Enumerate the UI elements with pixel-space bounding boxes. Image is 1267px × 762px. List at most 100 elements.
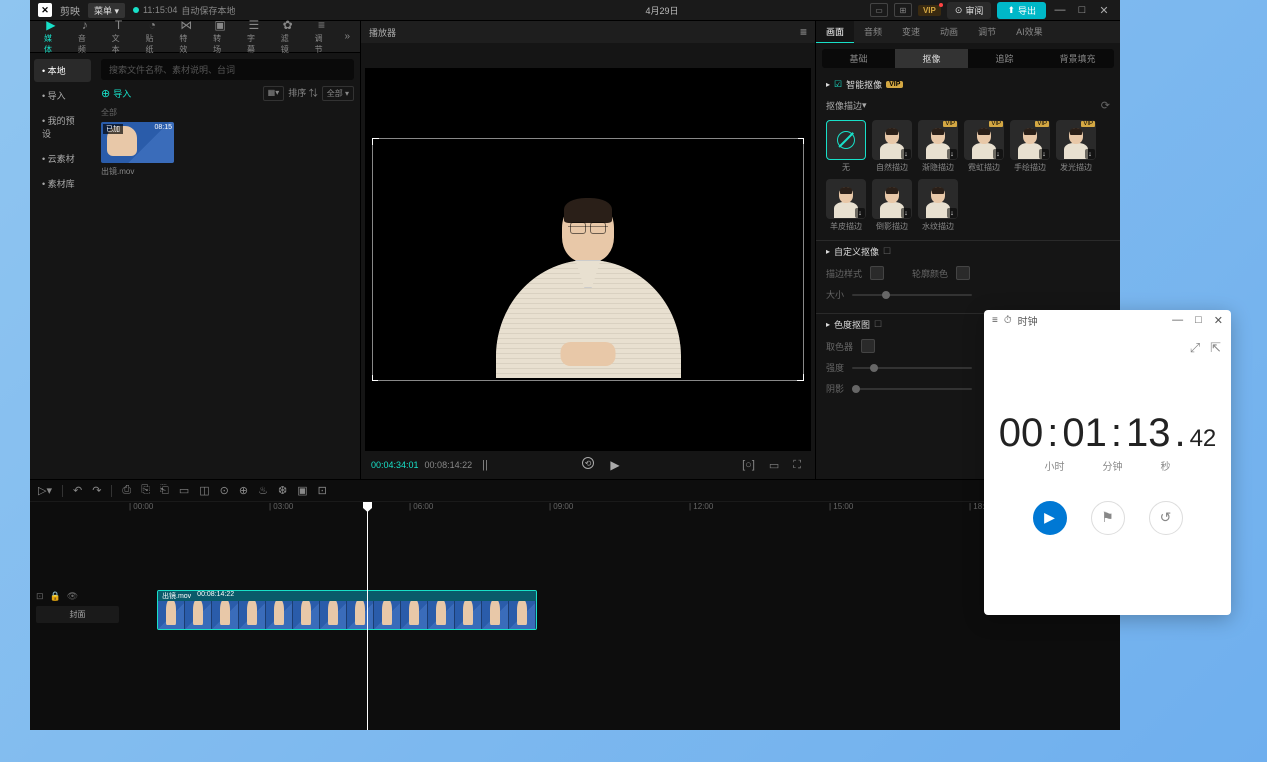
ruler-tick: | 06:00 xyxy=(409,502,433,511)
cover-button[interactable]: 封面 xyxy=(36,606,119,623)
mute-track-icon[interactable]: 🔒 xyxy=(50,591,61,602)
sw-menu-icon[interactable]: ≡ xyxy=(992,315,998,326)
stroke-preset-8[interactable]: ↓水纹描边 xyxy=(918,179,958,232)
filter-all-button[interactable]: 全部 ▾ xyxy=(322,86,354,101)
color-chip-2[interactable] xyxy=(956,266,970,280)
tab-text[interactable]: T文本 xyxy=(102,15,136,58)
crop-tl-icon[interactable]: ◫ xyxy=(199,484,209,497)
timeline-ruler[interactable]: | 00:00| 03:00| 06:00| 09:00| 12:00| 15:… xyxy=(125,502,1120,516)
color-chip[interactable] xyxy=(870,266,884,280)
stroke-preset-2[interactable]: VIP↓渐隐描边 xyxy=(918,120,958,173)
search-input[interactable]: 搜索文件名称、素材说明、台词 xyxy=(101,59,354,80)
rotate-handle-icon[interactable]: ⟲ xyxy=(582,457,594,469)
stopwatch-reset-button[interactable]: ↺ xyxy=(1149,501,1183,535)
subtab-track[interactable]: 追踪 xyxy=(968,49,1041,68)
tab-filter[interactable]: ✿滤镜 xyxy=(271,15,305,58)
layout-icon-2[interactable]: ⊞ xyxy=(894,3,912,17)
stroke-preset-1[interactable]: ↓自然描边 xyxy=(872,120,912,173)
subtab-bgfill[interactable]: 背景填充 xyxy=(1041,49,1114,68)
size-slider[interactable] xyxy=(852,294,972,296)
stroke-preset-4[interactable]: VIP↓手绘描边 xyxy=(1010,120,1050,173)
preview-viewport[interactable]: ⟲ xyxy=(365,68,811,451)
picker-chip[interactable] xyxy=(861,339,875,353)
sidebar-item-library[interactable]: 素材库 xyxy=(34,172,91,195)
sw-maximize-button[interactable]: □ xyxy=(1195,314,1202,327)
expand-icon[interactable]: ⤢ xyxy=(1190,340,1200,356)
stroke-preset-6[interactable]: ↓羊皮描边 xyxy=(826,179,866,232)
tab-media[interactable]: ▶媒体 xyxy=(34,15,68,58)
redo-icon[interactable]: ↷ xyxy=(92,484,101,497)
tab-adjust[interactable]: ≡调节 xyxy=(305,15,339,58)
stroke-preset-7[interactable]: ↓倒影描边 xyxy=(872,179,912,232)
strength-slider[interactable] xyxy=(852,367,972,369)
pointer-tool-icon[interactable]: ▷▾ xyxy=(38,484,52,497)
tab-effect[interactable]: ⋈特效 xyxy=(169,15,203,58)
pin-icon[interactable]: ⇱ xyxy=(1210,340,1221,356)
fullscreen-icon[interactable]: ⛶ xyxy=(789,459,805,472)
stopwatch-lap-button[interactable]: ⚑ xyxy=(1091,501,1125,535)
video-clip[interactable]: 出镜.mov 00:08:14:22 xyxy=(157,590,537,630)
import-button[interactable]: 导入 xyxy=(101,87,131,100)
audio-icon: ♪ xyxy=(82,18,88,32)
crop-icon[interactable]: [○] xyxy=(738,459,759,471)
tab-ai[interactable]: AI效果 xyxy=(1006,21,1053,43)
tab-sticker[interactable]: ◔贴纸 xyxy=(135,15,169,58)
refresh-icon[interactable]: ⟳ xyxy=(1101,99,1110,112)
split-icon[interactable]: ⎙ xyxy=(122,484,131,497)
sort-button[interactable]: 排序 ⇅ xyxy=(288,86,318,101)
stroke-preset-3[interactable]: VIP↓霓虹描边 xyxy=(964,120,1004,173)
stroke-preset-5[interactable]: VIP↓发光描边 xyxy=(1056,120,1096,173)
sw-minimize-button[interactable]: — xyxy=(1172,314,1183,327)
play-button[interactable]: ▶ xyxy=(498,458,732,472)
playhead[interactable] xyxy=(367,502,368,730)
stroke-preset-0[interactable]: 无 xyxy=(826,120,866,173)
sidebar-item-local[interactable]: 本地 xyxy=(34,59,91,82)
preview-menu-icon[interactable]: ≡ xyxy=(800,25,807,39)
stroke-preset-grid: 无↓自然描边VIP↓渐隐描边VIP↓霓虹描边VIP↓手绘描边VIP↓发光描边 ↓羊… xyxy=(816,120,1120,232)
cut-right-icon[interactable]: ⎗ xyxy=(160,484,169,497)
minimize-button[interactable]: — xyxy=(1052,2,1068,18)
mic-icon[interactable]: ♨ xyxy=(258,484,268,497)
tab-audio[interactable]: ♪音频 xyxy=(68,15,102,58)
undo-icon[interactable]: ↶ xyxy=(73,484,82,497)
layout-icon-1[interactable]: ▭ xyxy=(870,3,888,17)
sidebar-item-preset[interactable]: 我的预设 xyxy=(34,109,91,145)
tab-more-button[interactable]: » xyxy=(338,28,356,45)
section-smart-cutout[interactable]: ☑ 智能抠像 VIP xyxy=(816,74,1120,95)
cut-left-icon[interactable]: ⎘ xyxy=(141,484,150,497)
subtab-basic[interactable]: 基础 xyxy=(822,49,895,68)
sidebar-item-import[interactable]: 导入 xyxy=(34,84,91,107)
lock-track-icon[interactable]: ⊡ xyxy=(36,591,44,602)
ratio-icon[interactable]: ▭ xyxy=(765,459,783,472)
volume-icon[interactable]: || xyxy=(478,459,492,471)
review-button[interactable]: ⊙ 审阅 xyxy=(947,2,992,19)
sidebar-item-cloud[interactable]: 云素材 xyxy=(34,147,91,170)
video-frame[interactable] xyxy=(372,138,804,381)
sw-close-button[interactable]: ✕ xyxy=(1214,314,1223,327)
close-button[interactable]: ✕ xyxy=(1096,2,1112,18)
image-icon[interactable]: ⊡ xyxy=(318,484,327,497)
tab-adjust-r[interactable]: 调节 xyxy=(968,21,1006,43)
record-icon[interactable]: ⊕ xyxy=(239,484,248,497)
media-clip-item[interactable]: 已加 08:15 出镜.mov xyxy=(101,122,174,177)
delete-icon[interactable]: ▭ xyxy=(179,484,189,497)
speed-icon[interactable]: ⊙ xyxy=(220,484,229,497)
tab-animation[interactable]: 动画 xyxy=(930,21,968,43)
tab-caption[interactable]: ☰字幕 xyxy=(237,15,271,58)
tab-picture[interactable]: 画面 xyxy=(816,21,854,43)
shadow-slider[interactable] xyxy=(852,388,972,390)
maximize-button[interactable]: □ xyxy=(1074,2,1090,18)
stopwatch-play-button[interactable]: ▶ xyxy=(1033,501,1067,535)
eye-track-icon[interactable]: 👁 xyxy=(67,591,78,602)
view-grid-button[interactable]: ▦▾ xyxy=(263,86,285,101)
freeze-icon[interactable]: ❆ xyxy=(278,484,287,497)
tab-audio-r[interactable]: 音频 xyxy=(854,21,892,43)
tab-speed[interactable]: 变速 xyxy=(892,21,930,43)
timeline-tracks[interactable]: | 00:00| 03:00| 06:00| 09:00| 12:00| 15:… xyxy=(125,502,1120,730)
vip-badge[interactable]: VIP xyxy=(918,5,941,16)
subtab-cutout[interactable]: 抠像 xyxy=(895,49,968,68)
section-custom-stroke[interactable]: 自定义抠像 ☐ xyxy=(816,241,1120,262)
cover-icon[interactable]: ▣ xyxy=(297,484,307,497)
export-button[interactable]: ⬆ 导出 xyxy=(997,2,1046,19)
tab-transition[interactable]: ▣转场 xyxy=(203,15,237,58)
